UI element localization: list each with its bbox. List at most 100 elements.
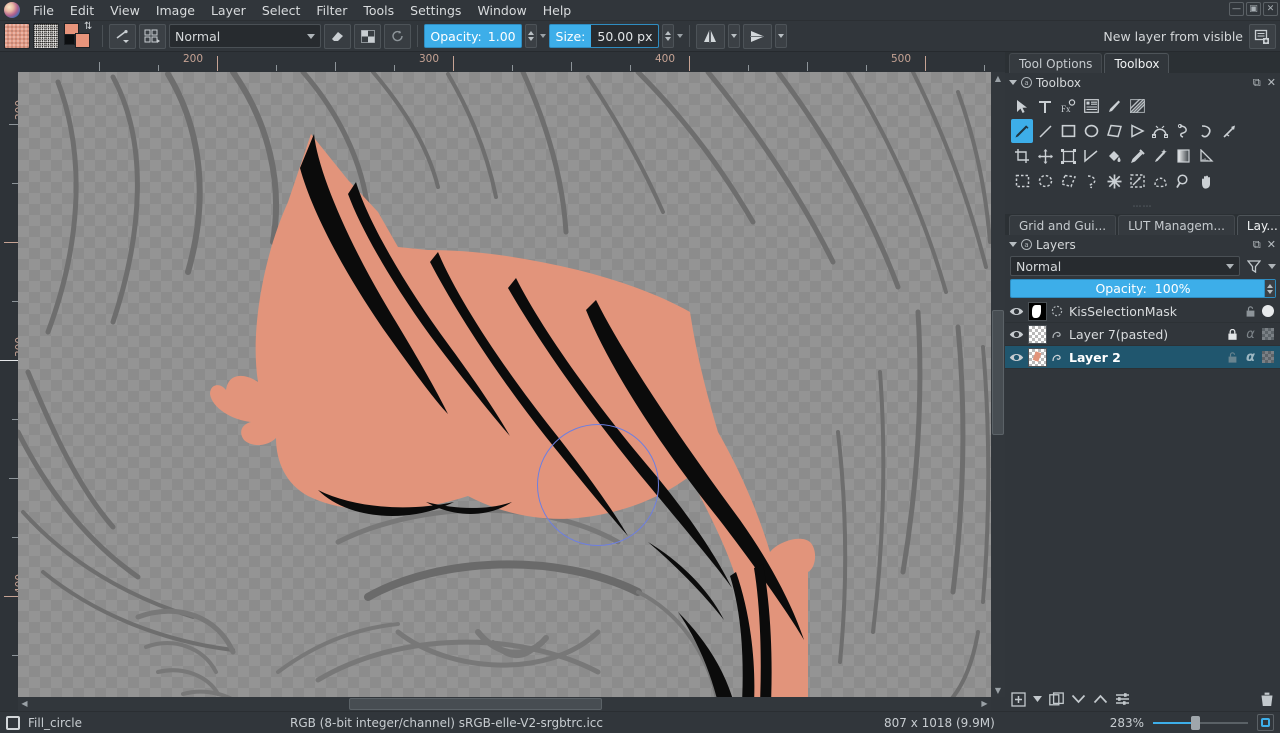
multibrush-tool[interactable]	[1218, 119, 1240, 143]
layer-thumbnail[interactable]	[1028, 301, 1047, 321]
menu-select[interactable]: Select	[254, 0, 309, 21]
mirror-vertical-button[interactable]	[743, 23, 772, 49]
scroll-down-arrow-icon[interactable]: ▼	[991, 684, 1005, 697]
dock-splitter-handle[interactable]: ⋯⋯	[1005, 200, 1280, 214]
drawing-canvas[interactable]	[18, 72, 991, 697]
freehand-brush-tool[interactable]	[1011, 119, 1033, 143]
layer-filter-chevron-icon[interactable]	[1268, 263, 1276, 269]
layer-filter-button[interactable]	[1243, 256, 1265, 276]
alpha-channel-icon[interactable]	[1262, 351, 1274, 363]
maximize-button[interactable]: ▣	[1246, 2, 1261, 16]
rectangle-tool[interactable]	[1057, 119, 1079, 143]
calligraphy-tool[interactable]	[1103, 94, 1125, 118]
freehand-selection-tool[interactable]	[1080, 169, 1102, 193]
foreground-background-color-selector[interactable]: ⇅	[62, 22, 96, 50]
collapse-chevron-icon-layers[interactable]	[1009, 242, 1017, 247]
opacity-options-chevron-icon[interactable]	[540, 34, 546, 38]
add-layer-dropdown-chevron-icon[interactable]	[1033, 696, 1042, 702]
size-options-chevron-icon[interactable]	[677, 34, 683, 38]
undock-icon[interactable]: ⧉	[1253, 76, 1261, 90]
eraser-mode-button[interactable]	[324, 23, 351, 49]
move-layer-down-button[interactable]	[1071, 694, 1086, 704]
preserve-alpha-button[interactable]	[354, 23, 381, 49]
scroll-left-arrow-icon[interactable]: ◀	[18, 697, 31, 711]
opacity-spinner[interactable]	[525, 24, 537, 48]
brush-pattern-swatch[interactable]	[4, 23, 30, 49]
menu-view[interactable]: View	[102, 0, 148, 21]
zoom-level[interactable]: 283%	[1110, 716, 1144, 730]
close-icon-layers[interactable]: ✕	[1267, 238, 1276, 251]
menu-window[interactable]: Window	[469, 0, 534, 21]
lock-open-icon[interactable]	[1244, 304, 1257, 318]
texture-pattern-swatch[interactable]	[33, 23, 59, 49]
collapse-chevron-icon[interactable]	[1009, 80, 1017, 85]
tab-toolbox[interactable]: Toolbox	[1104, 53, 1170, 73]
layer-visibility-icon[interactable]	[1008, 326, 1025, 343]
scroll-up-arrow-icon[interactable]: ▲	[991, 72, 1005, 85]
pattern-fill-tool[interactable]	[1126, 94, 1148, 118]
horizontal-ruler[interactable]: 200 300 400 500	[18, 52, 1005, 72]
mirror-vertical-options[interactable]	[775, 24, 787, 48]
layer-opacity-slider[interactable]: Opacity: 100%	[1010, 279, 1276, 298]
duplicate-layer-button[interactable]	[1049, 691, 1064, 707]
dynamic-brush-tool[interactable]	[1195, 119, 1217, 143]
delete-layer-button[interactable]	[1260, 692, 1274, 707]
color-picker-tool[interactable]	[1126, 144, 1148, 168]
contiguous-selection-tool[interactable]	[1103, 169, 1125, 193]
alpha-lock-icon[interactable]: α	[1244, 327, 1257, 342]
measure-tool[interactable]	[1080, 144, 1102, 168]
layer-visibility-icon[interactable]	[1008, 303, 1025, 320]
elliptical-selection-tool[interactable]	[1034, 169, 1056, 193]
black-color-swatch[interactable]	[64, 34, 75, 45]
tab-tool-options[interactable]: Tool Options	[1009, 53, 1103, 73]
selection-mode-icon[interactable]	[6, 715, 20, 730]
close-button[interactable]: ✕	[1263, 2, 1278, 16]
canvas-horizontal-scrollbar[interactable]: ◀ ▶	[18, 697, 991, 711]
freehand-path-tool[interactable]	[1172, 119, 1194, 143]
smart-patch-tool[interactable]	[1149, 144, 1171, 168]
rectangular-selection-tool[interactable]	[1011, 169, 1033, 193]
selection-mask-color-dot[interactable]	[1262, 305, 1274, 317]
fit-page-icon[interactable]	[1257, 714, 1274, 731]
canvas-vertical-scrollbar[interactable]: ▲ ▼	[991, 72, 1005, 697]
edit-shapes-tool[interactable]: Fx	[1057, 94, 1079, 118]
crop-tool[interactable]	[1011, 144, 1033, 168]
vertical-ruler[interactable]: 200 300 400	[0, 72, 18, 711]
layer-opacity-spinner[interactable]	[1264, 280, 1275, 297]
lock-closed-icon[interactable]	[1226, 327, 1239, 341]
menu-layer[interactable]: Layer	[203, 0, 254, 21]
zoom-tool[interactable]	[1172, 169, 1194, 193]
table-row[interactable]: Layer 7(pasted) α	[1005, 323, 1280, 346]
undock-icon-layers[interactable]: ⧉	[1253, 238, 1261, 252]
layer-thumbnail[interactable]	[1028, 347, 1047, 367]
reference-images-tool[interactable]	[1080, 94, 1102, 118]
menu-file[interactable]: File	[25, 0, 62, 21]
tab-lut-management[interactable]: LUT Managem...	[1118, 215, 1235, 235]
size-slider[interactable]: Size: 50.00 px	[549, 24, 659, 48]
horizontal-scrollbar-thumb[interactable]	[348, 698, 602, 710]
alpha-lock-icon[interactable]: α	[1244, 350, 1257, 365]
polyline-tool[interactable]	[1126, 119, 1148, 143]
menu-edit[interactable]: Edit	[62, 0, 102, 21]
layer-visibility-icon[interactable]	[1008, 349, 1025, 366]
mirror-horizontal-options[interactable]	[728, 24, 740, 48]
minimize-button[interactable]: —	[1229, 2, 1244, 16]
menu-filter[interactable]: Filter	[308, 0, 355, 21]
paint-bucket-tool[interactable]	[1103, 144, 1125, 168]
shape-select-tool[interactable]	[1011, 94, 1033, 118]
polygon-tool[interactable]	[1103, 119, 1125, 143]
zoom-slider[interactable]	[1153, 715, 1248, 730]
table-row[interactable]: Layer 2 α	[1005, 346, 1280, 369]
table-row[interactable]: KisSelectionMask	[1005, 300, 1280, 323]
scroll-right-arrow-icon[interactable]: ▶	[978, 697, 991, 711]
menu-settings[interactable]: Settings	[402, 0, 469, 21]
size-spinner[interactable]	[662, 24, 674, 48]
opacity-slider[interactable]: Opacity: 1.00	[424, 24, 522, 48]
tab-grid-and-guides[interactable]: Grid and Gui...	[1009, 215, 1117, 235]
panel-menu-icon-layers[interactable]: a	[1021, 239, 1032, 250]
tab-layers[interactable]: Lay...	[1236, 215, 1280, 235]
bezier-selection-tool[interactable]	[1149, 169, 1171, 193]
panel-menu-icon[interactable]: a	[1021, 77, 1032, 88]
preset-chooser-button[interactable]	[139, 23, 166, 49]
pan-tool[interactable]	[1195, 169, 1217, 193]
